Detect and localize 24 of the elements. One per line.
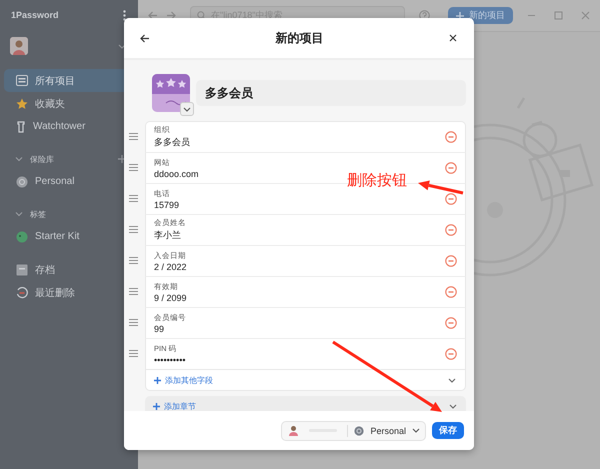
field-value[interactable]: 多多会员 [154,136,190,149]
sidebar-item[interactable]: Personal [4,170,132,193]
sidebar-item[interactable]: Watchtower [4,115,132,138]
section-label: 标签 [30,208,46,220]
field-value[interactable]: 99 [154,324,186,334]
annotation-text: 删除按钮 [347,171,407,190]
sidebar-item[interactable]: Starter Kit [4,225,132,248]
dialog-title: 新的项目 [276,30,324,46]
sidebar-item[interactable]: 最近删除 [4,281,132,304]
add-section-link[interactable]: 添加章节 [153,400,196,411]
field-value[interactable]: 15799 [154,200,180,210]
sidebar-item[interactable]: 存档 [4,258,132,281]
field-value[interactable]: •••••••••• [154,354,186,364]
vault-selector[interactable]: Personal [281,420,426,440]
field-value[interactable]: ddooo.com [154,168,199,178]
sidebar-item[interactable]: 收藏夹 [4,92,132,115]
item-name-field[interactable]: 多多会员 [196,80,466,106]
field-value[interactable]: 李小兰 [154,229,186,242]
app-title: 1Password [11,10,59,20]
field-value[interactable]: 2 / 2022 [154,262,187,272]
save-button[interactable]: 保存 [432,422,464,439]
add-field-link[interactable]: 添加其他字段 [154,374,213,386]
field-value[interactable]: 9 / 2099 [154,292,187,302]
section-label: 保险库 [30,154,54,164]
